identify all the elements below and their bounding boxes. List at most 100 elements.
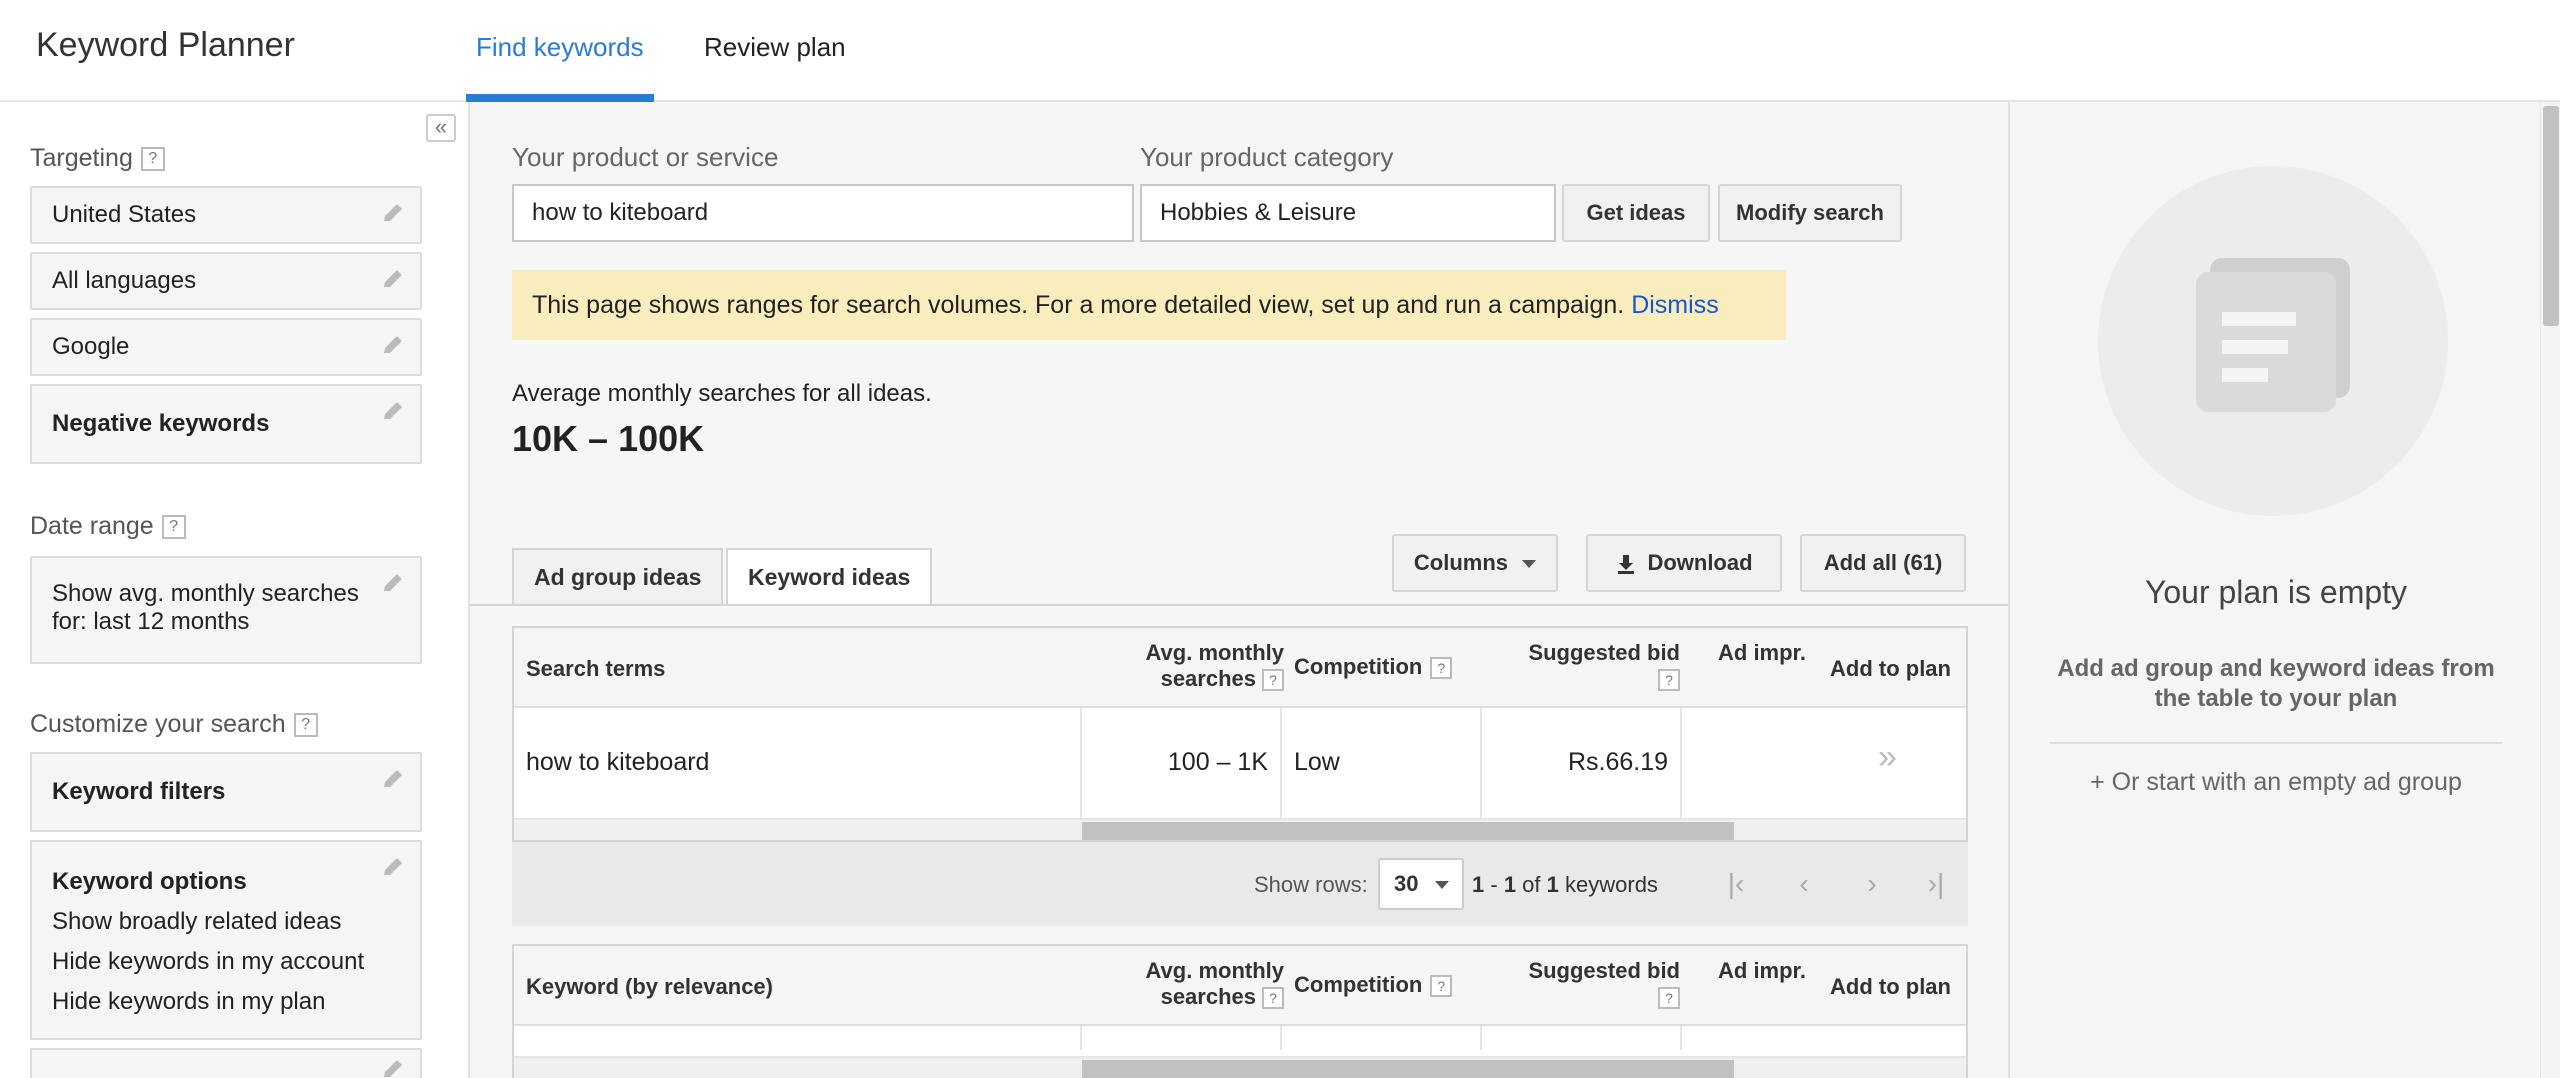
row-term: how to kiteboard: [526, 748, 710, 776]
help-icon[interactable]: ?: [1430, 975, 1453, 998]
scrollbar-thumb[interactable]: [2543, 106, 2559, 326]
col-ad-impr[interactable]: Ad impr.: [1718, 640, 1806, 666]
notice-text: This page shows ranges for search volume…: [532, 291, 1625, 319]
app-title: Keyword Planner: [36, 26, 295, 64]
keyword-filters[interactable]: Keyword filters: [30, 752, 422, 832]
add-to-plan-icon[interactable]: »: [1878, 738, 1897, 777]
date-range-title: Date range?: [30, 512, 186, 541]
negative-keywords-label: Negative keywords: [52, 410, 270, 437]
date-range-line1: Show avg. monthly searches: [52, 580, 359, 607]
get-ideas-button[interactable]: Get ideas: [1562, 184, 1710, 242]
date-range-line2: for: last 12 months: [52, 608, 250, 635]
keyword-ideas-table: Keyword (by relevance) Avg. monthly sear…: [512, 944, 1968, 1078]
scrollbar-thumb[interactable]: [1082, 1060, 1734, 1078]
targeting-language-label: All languages: [52, 267, 197, 294]
help-icon[interactable]: ?: [1262, 987, 1284, 1010]
prev-page-icon[interactable]: ‹: [1776, 862, 1832, 908]
notice-banner: This page shows ranges for search volume…: [512, 270, 1786, 340]
col-suggested-bid[interactable]: Suggested bid ?: [1494, 958, 1680, 1010]
double-chevron-left-icon[interactable]: «: [426, 114, 456, 142]
targeting-title: Targeting?: [30, 144, 165, 173]
modify-search-button[interactable]: Modify search: [1718, 184, 1902, 242]
range-total: 1: [1546, 872, 1559, 897]
help-icon[interactable]: ?: [161, 515, 186, 540]
col-suggested-bid[interactable]: Suggested bid ?: [1494, 640, 1680, 692]
horizontal-scrollbar[interactable]: [514, 818, 1966, 840]
column-divider: [1280, 708, 1282, 820]
left-sidebar: « Targeting? United States All languages…: [0, 102, 470, 1078]
page-range: 1 - 1 of 1 keywords: [1472, 872, 1658, 898]
plan-divider: [2050, 742, 2502, 744]
range-sep: -: [1484, 872, 1504, 897]
col-keyword-relevance[interactable]: Keyword (by relevance): [526, 974, 773, 1000]
next-page-icon[interactable]: ›: [1844, 862, 1900, 908]
pagination-bar: Show rows: 30 1 - 1 of 1 keywords |‹ ‹ ›…: [512, 842, 1968, 926]
range-start: 1: [1472, 872, 1485, 897]
app-header: Keyword Planner Find keywords Review pla…: [0, 0, 2560, 102]
plan-empty-title: Your plan is empty: [2144, 574, 2408, 610]
help-icon[interactable]: ?: [293, 713, 318, 738]
rows-per-page-select[interactable]: 30: [1378, 858, 1464, 910]
pencil-icon: [384, 204, 402, 221]
col-avg-line2-text: searches: [1160, 666, 1256, 691]
tab-review-plan[interactable]: Review plan: [704, 32, 846, 63]
columns-button[interactable]: Columns: [1392, 534, 1558, 592]
help-icon[interactable]: ?: [1658, 669, 1680, 692]
col-competition[interactable]: Competition?: [1294, 972, 1453, 998]
show-rows-label: Show rows:: [1254, 872, 1368, 897]
col-competition[interactable]: Competition?: [1294, 654, 1453, 680]
col-ad-impr[interactable]: Ad impr.: [1718, 958, 1806, 984]
main-content: Your product or service how to kiteboard…: [470, 102, 2008, 1078]
product-input[interactable]: how to kiteboard: [512, 184, 1134, 242]
range-of: of: [1516, 872, 1547, 897]
tab-find-keywords[interactable]: Find keywords: [476, 32, 644, 63]
scrollbar-thumb[interactable]: [1082, 822, 1734, 840]
dismiss-link[interactable]: Dismiss: [1631, 291, 1719, 319]
help-icon[interactable]: ?: [1430, 657, 1453, 680]
page-vertical-scrollbar[interactable]: [2540, 102, 2560, 1078]
first-page-icon[interactable]: |‹: [1708, 862, 1764, 908]
keyword-options-title: Keyword options: [52, 868, 247, 895]
col-bid-line2: ?: [1494, 666, 1680, 692]
pencil-icon: [384, 574, 402, 591]
help-icon[interactable]: ?: [1262, 669, 1284, 692]
category-label: Your product category: [1140, 142, 1394, 172]
help-icon[interactable]: ?: [1658, 987, 1680, 1010]
targeting-network[interactable]: Google: [30, 318, 422, 376]
targeting-language[interactable]: All languages: [30, 252, 422, 310]
column-divider: [1280, 1026, 1282, 1050]
keyword-option-item: Show broadly related ideas: [52, 908, 342, 935]
add-all-button[interactable]: Add all (61): [1800, 534, 1966, 592]
tabs-divider: [470, 604, 2008, 606]
last-page-icon[interactable]: ›|: [1908, 862, 1964, 908]
col-avg-monthly[interactable]: Avg. monthly searches?: [1114, 640, 1284, 692]
customize-title-text: Customize your search: [30, 710, 286, 738]
rows-per-page-value: 30: [1394, 871, 1419, 896]
help-icon[interactable]: ?: [140, 147, 165, 172]
keyword-options[interactable]: Keyword options Show broadly related ide…: [30, 840, 422, 1040]
negative-keywords[interactable]: Negative keywords: [30, 384, 422, 464]
pencil-icon: [384, 858, 402, 875]
more-options-box[interactable]: [30, 1048, 422, 1078]
row-bid: Rs.66.19: [1567, 748, 1668, 776]
col-avg-line2: searches?: [1114, 984, 1284, 1010]
tab-keyword-ideas[interactable]: Keyword ideas: [726, 548, 933, 606]
column-divider: [1680, 708, 1682, 820]
date-range-box[interactable]: Show avg. monthly searches for: last 12 …: [30, 556, 422, 664]
col-competition-text: Competition: [1294, 972, 1423, 997]
category-input[interactable]: Hobbies & Leisure: [1140, 184, 1556, 242]
targeting-location[interactable]: United States: [30, 186, 422, 244]
horizontal-scrollbar[interactable]: [514, 1056, 1966, 1078]
col-search-terms[interactable]: Search terms: [526, 656, 665, 682]
row-competition: Low: [1294, 748, 1340, 776]
tab-ad-group-ideas[interactable]: Ad group ideas: [512, 548, 724, 604]
keyword-option-item: Hide keywords in my plan: [52, 988, 326, 1015]
pencil-icon: [384, 1060, 402, 1077]
download-label: Download: [1647, 550, 1753, 575]
empty-ad-group-link[interactable]: + Or start with an empty ad group: [2010, 768, 2542, 797]
column-divider: [1680, 1026, 1682, 1050]
col-bid-line1: Suggested bid: [1528, 958, 1680, 983]
col-avg-monthly[interactable]: Avg. monthly searches?: [1114, 958, 1284, 1010]
download-button[interactable]: Download: [1586, 534, 1782, 592]
caret-down-icon: [1434, 881, 1449, 890]
